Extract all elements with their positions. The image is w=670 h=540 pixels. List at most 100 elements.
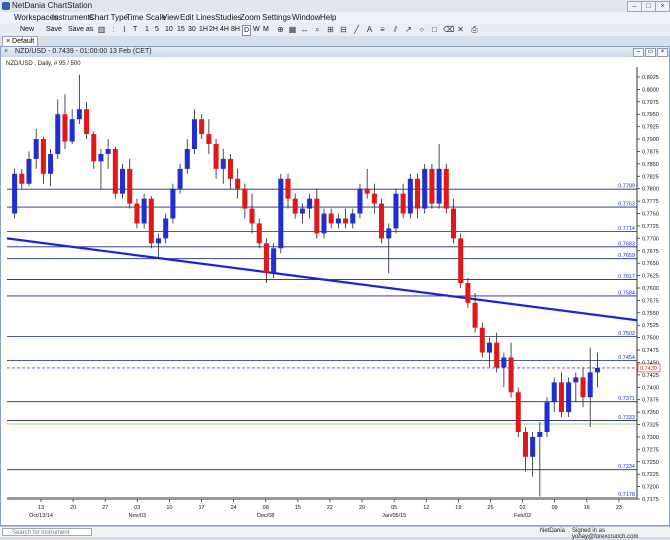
time-5-button[interactable]: 5 bbox=[155, 25, 159, 34]
candle-up bbox=[551, 382, 557, 403]
candle-up bbox=[537, 431, 543, 437]
window-restore-button[interactable]: ▭ bbox=[645, 48, 656, 57]
candle-down bbox=[112, 148, 118, 194]
y-tick-label: 0.7725 bbox=[642, 224, 659, 230]
time-m-button[interactable]: M bbox=[263, 25, 269, 34]
candle-up bbox=[163, 218, 169, 239]
candle-down bbox=[256, 223, 262, 244]
grid-icon[interactable]: ▦ bbox=[288, 25, 297, 34]
candle-up bbox=[76, 109, 82, 120]
toolbar: New Save Save as ▥ ⫶ ⌇ T 1 5 10 15 30 1H… bbox=[0, 23, 670, 37]
candle-down bbox=[263, 243, 269, 274]
menu-settings[interactable]: Settings bbox=[262, 13, 291, 22]
candle-up bbox=[587, 372, 593, 398]
window-close-button[interactable]: × bbox=[657, 48, 668, 57]
save-button[interactable]: Save bbox=[46, 25, 62, 34]
candle-up bbox=[422, 168, 428, 209]
y-tick-label: 0.8000 bbox=[642, 87, 659, 93]
y-tick-label: 0.7575 bbox=[642, 298, 659, 304]
menu-view[interactable]: View bbox=[162, 13, 179, 22]
time-t-button[interactable]: T bbox=[133, 25, 137, 34]
save-as-button[interactable]: Save as bbox=[68, 25, 93, 34]
x-tick-label: 03 bbox=[134, 505, 140, 511]
time-10-button[interactable]: 10 bbox=[165, 25, 173, 34]
zoom-in-icon[interactable]: ⊞ bbox=[326, 25, 335, 34]
x-tick-label: 29 bbox=[359, 505, 365, 511]
maximize-button[interactable]: □ bbox=[641, 1, 656, 12]
fibonacci-icon[interactable]: ≡ bbox=[378, 25, 387, 34]
y-tick-label: 0.7900 bbox=[642, 137, 659, 143]
candle-down bbox=[494, 342, 500, 368]
time-d-button[interactable]: D bbox=[242, 25, 252, 36]
close-app-button[interactable]: × bbox=[655, 1, 670, 12]
minimize-button[interactable]: – bbox=[627, 1, 642, 12]
delete-icon[interactable]: ✕ bbox=[456, 25, 465, 34]
y-tick-label: 0.7975 bbox=[642, 100, 659, 106]
menu-chart-type[interactable]: Chart Type bbox=[89, 13, 128, 22]
time-30-button[interactable]: 30 bbox=[188, 25, 196, 34]
candle-up bbox=[155, 238, 162, 244]
channel-icon[interactable]: ⫽ bbox=[391, 25, 400, 34]
eraser-icon[interactable]: ⌫ bbox=[443, 25, 454, 34]
candle-down bbox=[19, 173, 25, 184]
candle-up bbox=[98, 153, 104, 162]
arrow-icon[interactable]: ↗ bbox=[404, 25, 413, 34]
time-8h-button[interactable]: 8H bbox=[231, 25, 240, 34]
menu-zoom[interactable]: Zoom bbox=[240, 13, 260, 22]
menu-window[interactable]: Window bbox=[292, 13, 320, 22]
time-15-button[interactable]: 15 bbox=[177, 25, 185, 34]
y-tick-label: 0.7675 bbox=[642, 249, 659, 255]
level-label: 0.7178 bbox=[618, 492, 635, 498]
x-period-label: Feb/02 bbox=[514, 513, 531, 519]
level-label: 0.7659 bbox=[618, 253, 635, 259]
candle-down bbox=[429, 168, 435, 204]
zoom-out-icon[interactable]: ⊟ bbox=[339, 25, 348, 34]
rectangle-icon[interactable]: □ bbox=[430, 25, 439, 34]
time-2h-button[interactable]: 2H bbox=[209, 25, 218, 34]
candle-down bbox=[227, 158, 233, 179]
candle-down bbox=[343, 218, 349, 224]
time-1-button[interactable]: 1 bbox=[145, 25, 149, 34]
price-chart[interactable]: NZD/USD , Daily, # 95 / 500 0.8025 0.8000… bbox=[1, 57, 669, 525]
window-minimize-button[interactable]: – bbox=[633, 48, 644, 57]
menu-time-scale[interactable]: Time Scale bbox=[126, 13, 166, 22]
candle-up bbox=[544, 402, 550, 432]
candle-up bbox=[486, 342, 492, 353]
window-close-icon[interactable]: × bbox=[4, 48, 8, 55]
crosshair-icon[interactable]: ⊕ bbox=[276, 25, 285, 34]
menu-edit[interactable]: Edit bbox=[180, 13, 194, 22]
y-tick-label: 0.7225 bbox=[642, 472, 659, 478]
line-icon[interactable]: ⌇ bbox=[120, 25, 129, 34]
x-tick-label: 02 bbox=[520, 505, 526, 511]
bars-icon[interactable]: ⫶ bbox=[109, 25, 118, 34]
candle-down bbox=[148, 198, 154, 244]
time-4h-button[interactable]: 4H bbox=[220, 25, 229, 34]
x-tick-label: 08 bbox=[263, 505, 269, 511]
x-tick-label: 16 bbox=[584, 505, 590, 511]
circle-icon[interactable]: ○ bbox=[417, 25, 426, 34]
time-w-button[interactable]: W bbox=[253, 25, 260, 34]
text-icon[interactable]: A bbox=[365, 25, 374, 34]
y-tick-label: 0.7425 bbox=[642, 373, 659, 379]
y-tick-label: 0.7950 bbox=[642, 112, 659, 118]
pan-icon[interactable]: ↔ bbox=[300, 25, 309, 34]
menu-help[interactable]: Help bbox=[320, 13, 336, 22]
x-tick-label: 09 bbox=[552, 505, 558, 511]
instrument-search-input[interactable]: Search for instrument bbox=[2, 528, 92, 536]
search-icon[interactable]: ⌕ bbox=[313, 25, 322, 34]
candle-up bbox=[33, 139, 39, 159]
time-1h-button[interactable]: 1H bbox=[199, 25, 208, 34]
menu-lines[interactable]: Lines bbox=[196, 13, 215, 22]
candle-up bbox=[141, 198, 147, 224]
print-icon[interactable]: ⎙ bbox=[470, 25, 479, 34]
x-tick-label: 24 bbox=[231, 505, 237, 511]
line-draw-icon[interactable]: ╱ bbox=[352, 25, 361, 34]
candle-up bbox=[26, 158, 32, 184]
menu-instruments[interactable]: Instruments bbox=[52, 13, 94, 22]
candles-icon[interactable]: ▥ bbox=[97, 25, 106, 34]
y-tick-label: 0.7650 bbox=[642, 261, 659, 267]
menu-studies[interactable]: Studies bbox=[215, 13, 242, 22]
new-button[interactable]: New bbox=[20, 25, 34, 34]
y-tick-label: 0.8025 bbox=[642, 75, 659, 81]
candle-up bbox=[350, 213, 356, 224]
